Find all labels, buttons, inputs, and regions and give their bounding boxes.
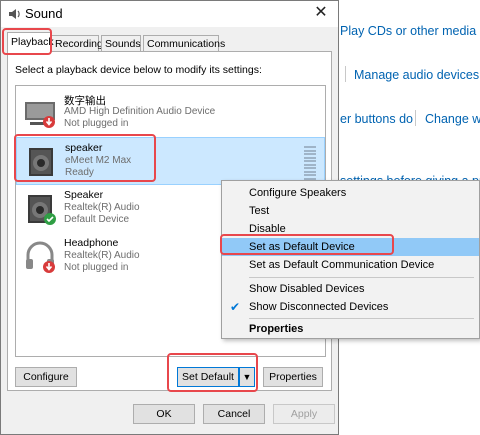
tab-playback[interactable]: Playback xyxy=(7,32,54,52)
device-description: Realtek(R) Audio xyxy=(64,202,140,213)
device-description: AMD High Definition Audio Device xyxy=(64,106,216,117)
menu-item-label: Show Disconnected Devices xyxy=(249,301,389,313)
set-default-dropdown-button[interactable]: ▼ xyxy=(239,367,255,387)
ok-button[interactable]: OK xyxy=(133,404,195,424)
title-bar[interactable]: Sound ✕ xyxy=(1,1,338,27)
cancel-button[interactable]: Cancel xyxy=(203,404,265,424)
menu-separator xyxy=(249,277,474,278)
bg-link-manage-audio[interactable]: Manage audio devices xyxy=(354,68,479,82)
device-item-digital-output[interactable]: 数字输出 AMD High Definition Audio Device No… xyxy=(16,89,325,137)
menu-item-show-disconnected[interactable]: ✔ Show Disconnected Devices xyxy=(222,298,479,316)
tab-communications[interactable]: Communications xyxy=(143,35,225,51)
device-name: speaker xyxy=(65,142,103,154)
bg-link-change[interactable]: Change wh xyxy=(425,112,480,126)
menu-item-disable[interactable]: Disable xyxy=(222,220,479,238)
menu-item-properties[interactable]: Properties xyxy=(222,320,479,338)
apply-button[interactable]: Apply xyxy=(273,404,335,424)
sound-icon xyxy=(9,9,20,19)
menu-item-show-disabled[interactable]: Show Disabled Devices xyxy=(222,280,479,298)
speaker-icon xyxy=(28,195,56,225)
device-description: eMeet M2 Max xyxy=(65,155,132,166)
device-name: Speaker xyxy=(64,189,104,201)
bg-link-buttons[interactable]: er buttons do xyxy=(340,112,413,126)
device-item-speaker-emeet[interactable]: speaker eMeet M2 Max Ready xyxy=(16,137,325,185)
device-status: Default Device xyxy=(64,214,130,225)
volume-meter xyxy=(304,146,316,180)
speaker-icon xyxy=(29,148,53,176)
close-button[interactable]: ✕ xyxy=(312,4,330,22)
device-description: Realtek(R) Audio xyxy=(64,250,140,261)
bg-separator xyxy=(345,66,346,82)
device-name: Headphone xyxy=(64,237,119,249)
window-title: Sound xyxy=(25,6,63,21)
menu-separator xyxy=(249,318,474,319)
device-status: Not plugged in xyxy=(64,262,129,273)
set-default-button[interactable]: Set Default xyxy=(177,367,239,387)
headphone-icon xyxy=(26,241,55,273)
bg-separator xyxy=(415,110,416,126)
menu-item-set-default-device[interactable]: Set as Default Device xyxy=(222,238,479,256)
tab-sounds[interactable]: Sounds xyxy=(101,35,141,51)
menu-item-set-default-communication[interactable]: Set as Default Communication Device xyxy=(222,256,479,274)
device-status: Not plugged in xyxy=(64,118,129,129)
menu-item-test[interactable]: Test xyxy=(222,202,479,220)
tab-recording[interactable]: Recording xyxy=(51,35,103,51)
configure-button[interactable]: Configure xyxy=(15,367,77,387)
bg-link-autoplay[interactable]: Play CDs or other media auto xyxy=(340,24,480,38)
menu-item-configure-speakers[interactable]: Configure Speakers xyxy=(222,184,479,202)
checkmark-icon: ✔ xyxy=(230,300,241,314)
device-status: Ready xyxy=(65,167,94,178)
properties-button[interactable]: Properties xyxy=(263,367,323,387)
monitor-icon xyxy=(25,102,55,128)
instruction-text: Select a playback device below to modify… xyxy=(15,64,262,76)
context-menu: Configure Speakers Test Disable Set as D… xyxy=(221,180,480,339)
